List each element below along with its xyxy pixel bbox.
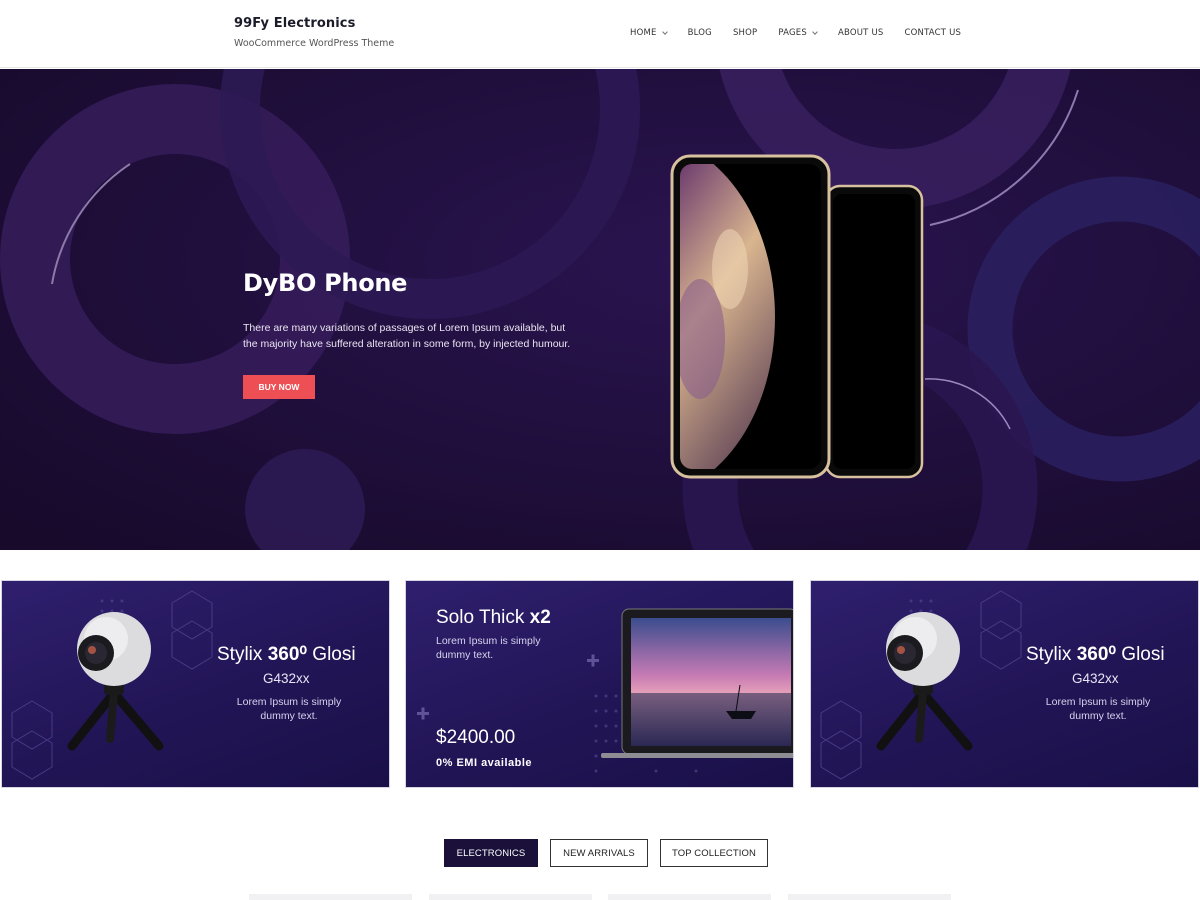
promo-card-camera[interactable]: Stylix 360⁰ Glosi G432xx Lorem Ipsum is … [1,580,390,788]
nav-item-contact-us[interactable]: CONTACT US [904,28,961,38]
promo-card-laptop[interactable]: Solo Thick x2 Lorem Ipsum is simply dumm… [405,580,794,788]
nav-item-label: HOME [630,28,657,38]
promo-price: $2400.00 [436,727,516,748]
main-nav: HOME BLOG SHOP PAGES ABOUT US CONTACT US [630,28,982,38]
promo-emi-note: 0% EMI available [436,757,533,769]
product-card[interactable] [788,894,951,900]
promo-row: Stylix 360⁰ Glosi G432xx Lorem Ipsum is … [0,580,1200,788]
nav-item-label: PAGES [778,28,807,38]
promo-title: Stylix 360⁰ Glosi [1026,644,1165,665]
product-card[interactable] [429,894,592,900]
nav-item-blog[interactable]: BLOG [688,28,712,38]
nav-item-home[interactable]: HOME [630,28,668,38]
nav-item-label: ABOUT US [837,28,884,38]
nav-item-pages[interactable]: PAGES [778,28,818,38]
promo-model: G432xx [1072,671,1119,686]
site-header: 99Fy Electronics WooCommerce WordPress T… [0,0,1200,68]
promo-model: G432xx [263,671,310,686]
camera-360-image [11,590,213,780]
tab-new-arrivals[interactable]: NEW ARRIVALS [550,839,648,867]
buy-now-button[interactable]: BUY NOW [243,375,315,399]
promo-title: Solo Thick x2 [436,607,551,628]
site-brand[interactable]: 99Fy Electronics WooCommerce WordPress T… [234,16,394,49]
hero-banner: DyBO Phone There are many variations of … [0,69,1200,550]
chevron-down-icon [812,28,818,35]
promo-description: Lorem Ipsum is simply dummy text. [436,635,541,661]
hero-title: DyBO Phone [243,269,408,297]
nav-item-about-us[interactable]: ABOUT US [838,28,884,38]
camera-360-image [820,590,1022,780]
site-title[interactable]: 99Fy Electronics [234,16,394,31]
nav-item-label: SHOP [732,28,758,38]
chevron-down-icon [661,28,668,35]
nav-item-label: CONTACT US [904,28,962,38]
nav-item-shop[interactable]: SHOP [733,28,757,38]
promo-description: Lorem Ipsum is simply dummy text. [236,696,342,722]
nav-item-label: BLOG [687,28,712,38]
tab-top-collection[interactable]: TOP COLLECTION [660,839,768,867]
promo-description: Lorem Ipsum is simply dummy text. [1045,696,1151,722]
tab-electronics[interactable]: ELECTRONICS [444,839,538,867]
product-card[interactable] [608,894,771,900]
site-tagline: WooCommerce WordPress Theme [234,38,395,49]
promo-title: Stylix 360⁰ Glosi [217,644,356,665]
promo-card-camera[interactable]: Stylix 360⁰ Glosi G432xx Lorem Ipsum is … [810,580,1199,788]
hero-background-art [0,69,1200,550]
hero-description: There are many variations of passages of… [243,322,571,350]
product-tabs: ELECTRONICS NEW ARRIVALS TOP COLLECTION [444,839,780,867]
product-card[interactable] [249,894,412,900]
